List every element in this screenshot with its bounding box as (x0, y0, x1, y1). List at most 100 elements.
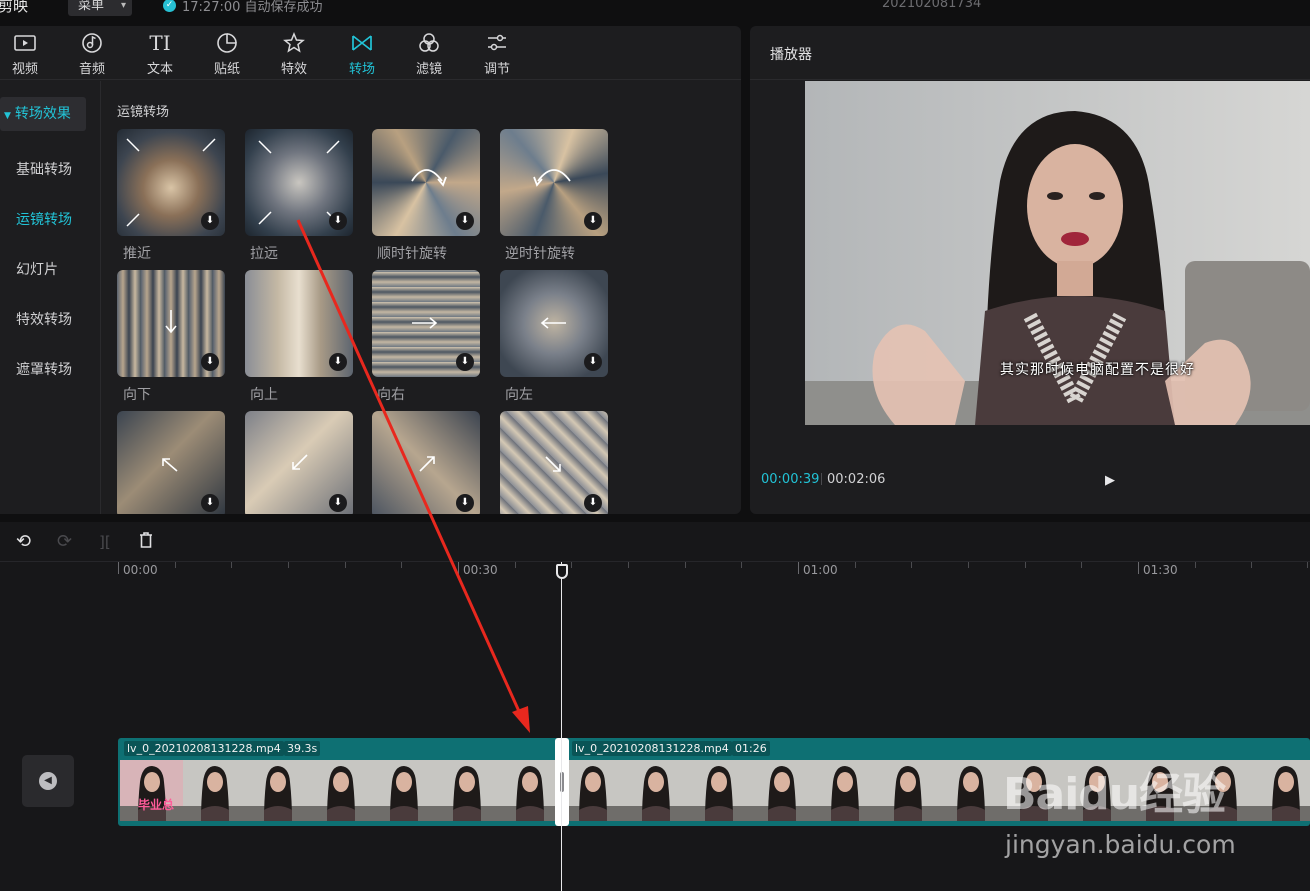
tab-video[interactable]: 视频 (5, 30, 45, 77)
clip-duration: 01:26 (732, 741, 770, 756)
download-icon[interactable]: ⬇ (329, 353, 347, 371)
adjust-icon (477, 30, 517, 56)
tick (1081, 562, 1082, 568)
tab-transition[interactable]: 转场 (342, 30, 382, 77)
current-time: 00:00:39 (761, 472, 820, 487)
clip-frame (687, 760, 750, 821)
download-icon[interactable]: ⬇ (456, 212, 474, 230)
download-icon[interactable]: ⬇ (329, 212, 347, 230)
tab-effects[interactable]: 特效 (274, 30, 314, 77)
transition-thumb-right[interactable]: ⬇ (372, 270, 480, 377)
ruler-label: 01:00 (803, 563, 838, 577)
sidebar-header-transition-effects[interactable]: ▼ 转场效果 (0, 97, 86, 131)
sidebar-item-camera[interactable]: 运镜转场 (16, 209, 72, 229)
tick (288, 562, 289, 568)
split-icon[interactable]: ][ (99, 533, 111, 551)
tick (1307, 562, 1308, 568)
redo-icon[interactable]: ⟳ (57, 531, 72, 552)
video-preview[interactable]: 其实那时候电脑配置不是很好 (805, 81, 1310, 425)
thumb-label: 向下 (123, 387, 151, 403)
playhead-line[interactable] (561, 562, 562, 891)
project-name: 202102081734 (882, 0, 982, 11)
transition-thumb[interactable]: ⬇ (500, 411, 608, 514)
sidebar-item-basic[interactable]: 基础转场 (16, 159, 72, 179)
download-icon[interactable]: ⬇ (201, 494, 219, 512)
tab-filter[interactable]: 滤镜 (409, 30, 449, 77)
download-icon[interactable]: ⬇ (201, 353, 219, 371)
baidu-watermark-url: jingyan.baidu.com (1005, 830, 1236, 859)
transition-slot[interactable] (555, 738, 569, 826)
sidebar-header-label: 转场效果 (14, 106, 71, 122)
time-separator (821, 473, 822, 485)
tab-text[interactable]: TI 文本 (140, 30, 180, 77)
delete-icon[interactable] (137, 531, 155, 554)
tick (571, 562, 572, 568)
download-icon[interactable]: ⬇ (201, 212, 219, 230)
tick (1138, 562, 1139, 574)
baidu-watermark-logo: Baidu经验 (1003, 769, 1226, 820)
speaker-icon: ◀ (39, 772, 57, 790)
download-icon[interactable]: ⬇ (584, 212, 602, 230)
media-panel: 视频 音频 TI 文本 贴纸 特效 转场 滤镜 调节 ▼ 转场效果 基础转场 运… (0, 26, 741, 514)
app-name: 剪映 (0, 0, 29, 15)
undo-icon[interactable]: ⟲ (16, 531, 31, 552)
sticker-icon (207, 30, 247, 56)
transition-thumb-left[interactable]: ⬇ (500, 270, 608, 377)
menu-button[interactable]: 菜单 ▾ (68, 0, 132, 16)
tick (1251, 562, 1252, 568)
tab-label: 调节 (483, 62, 510, 77)
playhead-handle[interactable] (556, 564, 568, 579)
tick (345, 562, 346, 568)
transition-thumb-pull-out[interactable]: ⬇ (245, 129, 353, 236)
clip-frame (498, 760, 561, 821)
tick (911, 562, 912, 568)
effects-icon (274, 30, 314, 56)
thumb-label: 向右 (377, 387, 405, 403)
clip-frame (876, 760, 939, 821)
divider (750, 79, 1310, 80)
transition-thumb[interactable]: ⬇ (117, 411, 225, 514)
thumb-label: 向上 (250, 387, 278, 403)
transition-thumb[interactable]: ⬇ (245, 411, 353, 514)
clip-frame (561, 760, 624, 821)
tab-audio[interactable]: 音频 (72, 30, 112, 77)
tab-sticker[interactable]: 贴纸 (207, 30, 247, 77)
sidebar-item-mask[interactable]: 遮罩转场 (16, 359, 72, 379)
tick (515, 562, 516, 568)
filter-icon (409, 30, 449, 56)
material-toolbar: 视频 音频 TI 文本 贴纸 特效 转场 滤镜 调节 (0, 26, 741, 80)
sidebar-item-special[interactable]: 特效转场 (16, 309, 72, 329)
download-icon[interactable]: ⬇ (584, 353, 602, 371)
transition-thumb-rotate-cw[interactable]: ⬇ (372, 129, 480, 236)
play-icon[interactable]: ▶ (1105, 473, 1115, 488)
mute-track-button[interactable]: ◀ (22, 755, 74, 807)
tab-label: 文本 (146, 62, 173, 77)
tick (968, 562, 969, 568)
tab-label: 音频 (78, 62, 105, 77)
tick (685, 562, 686, 568)
transition-category-sidebar: ▼ 转场效果 基础转场 运镜转场 幻灯片 特效转场 遮罩转场 (0, 81, 101, 514)
download-icon[interactable]: ⬇ (456, 494, 474, 512)
download-icon[interactable]: ⬇ (329, 494, 347, 512)
clip-frame (246, 760, 309, 821)
thumb-label: 顺时针旋转 (377, 246, 447, 262)
sidebar-item-slideshow[interactable]: 幻灯片 (16, 259, 58, 279)
time-ruler[interactable]: 00:00 00:30 01:00 01:30 (118, 562, 1310, 592)
clip-name: lv_0_20210208131228.mp4 (124, 741, 284, 756)
transition-thumb-push-in[interactable]: ⬇ (117, 129, 225, 236)
tab-label: 贴纸 (213, 62, 240, 77)
menu-label: 菜单 (78, 0, 105, 13)
download-icon[interactable]: ⬇ (456, 353, 474, 371)
clip-frame (435, 760, 498, 821)
total-time: 00:02:06 (827, 472, 886, 487)
download-icon[interactable]: ⬇ (584, 494, 602, 512)
clip-frame (309, 760, 372, 821)
transition-thumb[interactable]: ⬇ (372, 411, 480, 514)
transition-thumb-down[interactable]: ⬇ (117, 270, 225, 377)
clip-frame (750, 760, 813, 821)
clip-frame (624, 760, 687, 821)
transition-thumb-up[interactable]: ⬇ (245, 270, 353, 377)
transition-thumb-rotate-ccw[interactable]: ⬇ (500, 129, 608, 236)
ruler-label: 00:00 (123, 563, 158, 577)
tab-adjust[interactable]: 调节 (477, 30, 517, 77)
